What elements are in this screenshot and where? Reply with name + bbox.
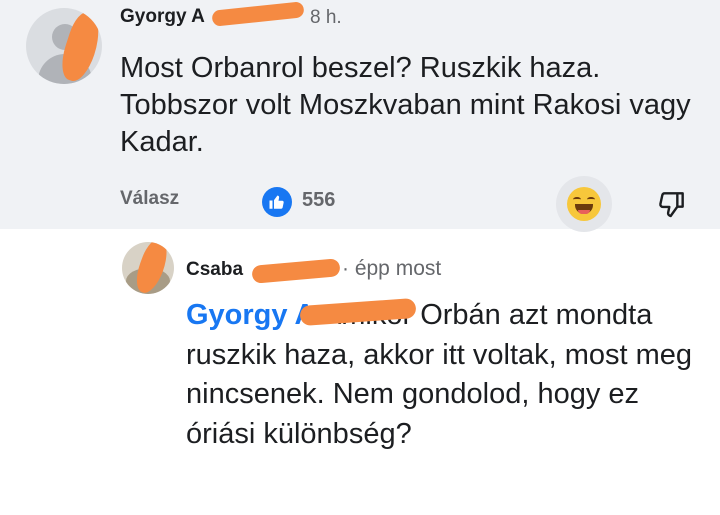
reply-author[interactable]: Csaba <box>186 259 243 281</box>
comment-author[interactable]: Gyorgy A <box>120 6 205 28</box>
comment-text: Most Orbanrol beszel? Ruszkik haza. Tobb… <box>120 52 691 158</box>
thumbs-down-icon[interactable] <box>656 188 688 220</box>
reply-timestamp[interactable]: · épp most <box>342 257 441 281</box>
reply-text: Gyorgy A Amikor Orbán azt mondta ruszkik… <box>186 296 706 454</box>
redaction-scribble <box>211 1 305 27</box>
avatar[interactable] <box>122 242 174 294</box>
avatar[interactable] <box>26 8 102 84</box>
mention-link[interactable]: Gyorgy A <box>186 299 315 331</box>
haha-eye <box>573 197 581 202</box>
redaction-scribble <box>251 258 341 284</box>
haha-tongue <box>578 210 590 214</box>
reply-button[interactable]: Válasz <box>120 188 179 210</box>
haha-emoji-icon[interactable] <box>556 176 612 232</box>
haha-eye <box>587 197 595 202</box>
parent-comment: Gyorgy A 8 h. Most Orbanrol beszel? Rusz… <box>0 0 720 232</box>
comment-timestamp[interactable]: 8 h. <box>310 7 342 29</box>
like-icon[interactable] <box>262 187 292 217</box>
thumbs-up-icon <box>269 195 284 209</box>
haha-face <box>567 187 601 221</box>
like-count[interactable]: 556 <box>302 189 335 212</box>
